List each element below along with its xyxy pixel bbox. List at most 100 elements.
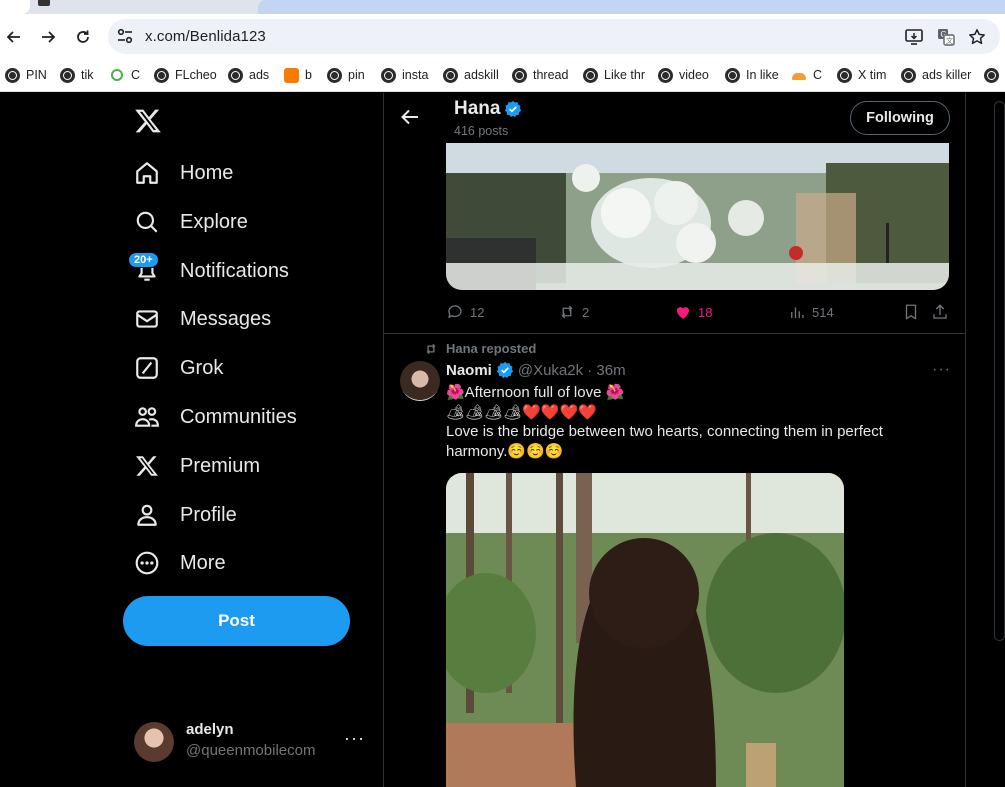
author-handle[interactable]: @Xuka2k · 36m bbox=[518, 362, 626, 379]
reply-button[interactable]: 12 bbox=[446, 301, 484, 323]
globe-icon bbox=[658, 67, 673, 83]
main-column: Hana 416 posts Following 12 2 18 514 Han… bbox=[384, 93, 965, 787]
account-more-icon[interactable]: ··· bbox=[344, 728, 365, 749]
globe-icon bbox=[984, 67, 999, 83]
bookmark-item[interactable]: insta bbox=[381, 65, 428, 85]
x-icon bbox=[134, 453, 160, 479]
globe-icon bbox=[327, 67, 342, 83]
reload-icon[interactable] bbox=[71, 25, 95, 49]
search-icon bbox=[134, 209, 160, 235]
flower-scene-image bbox=[446, 143, 949, 290]
forest-photo-image bbox=[446, 473, 844, 787]
bookmark-label: tik bbox=[81, 68, 94, 82]
tweet-image[interactable] bbox=[446, 473, 844, 787]
globe-icon bbox=[381, 67, 396, 83]
address-bar[interactable]: x.com/Benlida123 G文 bbox=[108, 19, 1000, 54]
bookmarks-bar: PIN tik C FLcheo ads b pin insta adskill… bbox=[0, 60, 1005, 92]
bookmark-item[interactable]: Like thr bbox=[583, 65, 645, 85]
reply-count: 12 bbox=[470, 304, 485, 320]
globe-icon bbox=[725, 67, 740, 83]
bookmark-item[interactable]: In like bbox=[725, 65, 779, 85]
url-text[interactable]: x.com/Benlida123 bbox=[145, 28, 266, 45]
repost-icon bbox=[561, 305, 573, 319]
avatar[interactable] bbox=[400, 361, 440, 401]
tweet-divider bbox=[384, 333, 965, 334]
repost-label: Hana reposted bbox=[446, 341, 537, 356]
repost-count: 2 bbox=[582, 304, 590, 320]
verified-badge-icon bbox=[505, 100, 522, 118]
bookmark-item[interactable]: PIN bbox=[5, 65, 47, 85]
reply-icon bbox=[448, 305, 462, 318]
bookmark-item[interactable]: X tim bbox=[837, 65, 886, 85]
more-circle-icon bbox=[134, 550, 160, 576]
back-arrow-icon[interactable] bbox=[400, 107, 420, 127]
bookmark-item[interactable]: C bbox=[110, 65, 140, 85]
like-button[interactable]: 18 bbox=[674, 301, 712, 323]
bookmark-item[interactable]: C bbox=[792, 65, 822, 85]
sidebar-item-label: Notifications bbox=[180, 259, 289, 282]
translate-icon[interactable]: G文 bbox=[936, 27, 956, 47]
bookmark-item[interactable]: b bbox=[284, 65, 312, 85]
bookmark-icon bbox=[905, 304, 917, 320]
profile-name: Hana bbox=[454, 98, 501, 119]
sidebar-item-label: Explore bbox=[180, 210, 248, 233]
install-app-icon[interactable] bbox=[904, 27, 924, 47]
back-arrow-icon[interactable] bbox=[2, 25, 26, 49]
bookmark-label: Like thr bbox=[604, 68, 645, 82]
home-icon bbox=[134, 160, 160, 186]
forward-arrow-icon[interactable] bbox=[36, 25, 60, 49]
bookmark-item[interactable]: tik bbox=[60, 65, 94, 85]
bookmark-item[interactable]: pin bbox=[327, 65, 365, 85]
author-name[interactable]: Naomi bbox=[446, 362, 492, 379]
blogger-icon bbox=[284, 67, 299, 83]
tweet-line: 🌺Afternoon full of love 🌺 bbox=[446, 384, 625, 401]
sidebar-item-communities[interactable]: Communities bbox=[134, 402, 297, 432]
globe-icon bbox=[901, 67, 916, 83]
sidebar-item-messages[interactable]: Messages bbox=[134, 304, 271, 334]
site-settings-icon[interactable] bbox=[116, 27, 134, 45]
bookmark-star-icon[interactable] bbox=[967, 27, 987, 47]
sidebar-item-label: Premium bbox=[180, 454, 261, 477]
bookmark-item[interactable]: thread bbox=[512, 65, 568, 85]
following-button[interactable]: Following bbox=[850, 101, 950, 135]
sidebar-item-more[interactable]: More bbox=[134, 548, 226, 578]
sidebar-item-profile[interactable]: Profile bbox=[134, 500, 237, 530]
avatar bbox=[134, 722, 174, 762]
bookmark-button[interactable] bbox=[902, 301, 920, 323]
views-button[interactable]: 514 bbox=[788, 301, 834, 323]
sidebar-item-explore[interactable]: Explore bbox=[134, 207, 248, 237]
bookmark-label: PIN bbox=[26, 68, 47, 82]
sidebar-item-premium[interactable]: Premium bbox=[134, 451, 260, 481]
bookmark-label: insta bbox=[402, 68, 429, 82]
bookmark-item[interactable]: video bbox=[658, 65, 709, 85]
bookmark-item[interactable]: ads bbox=[228, 65, 269, 85]
x-app: Home Explore Notifications 20+ Messages … bbox=[0, 93, 1005, 787]
sidebar-item-home[interactable]: Home bbox=[134, 158, 233, 188]
tweet-image[interactable] bbox=[446, 143, 949, 290]
tweet-text: 🌺Afternoon full of love 🌺 🏕🏕🏕🏕❤️❤️❤️❤️ L… bbox=[446, 383, 926, 461]
account-switcher[interactable]: adelyn @queenmobilecom ··· bbox=[134, 718, 369, 766]
heart-filled-icon bbox=[677, 307, 689, 319]
sidebar-item-label: Home bbox=[180, 161, 234, 184]
view-count: 514 bbox=[812, 304, 834, 320]
repost-button[interactable]: 2 bbox=[558, 301, 589, 323]
bookmark-label: ads killer bbox=[922, 68, 972, 82]
sidebar-item-grok[interactable]: Grok bbox=[134, 353, 223, 383]
bookmark-item[interactable]: ads killer bbox=[901, 65, 971, 85]
bookmark-overflow[interactable] bbox=[984, 65, 999, 85]
globe-icon bbox=[5, 67, 20, 83]
views-icon bbox=[791, 307, 804, 318]
right-column bbox=[966, 93, 1005, 787]
active-tab[interactable] bbox=[258, 0, 1005, 14]
x-logo-icon[interactable] bbox=[134, 107, 162, 135]
tweet-more-icon[interactable]: ··· bbox=[932, 361, 951, 379]
post-button[interactable]: Post bbox=[123, 596, 350, 646]
bookmark-item[interactable]: adskill bbox=[443, 65, 499, 85]
browser-tab-strip bbox=[0, 0, 1005, 14]
share-button[interactable] bbox=[931, 301, 949, 323]
tweet-header: Naomi @Xuka2k · 36m bbox=[446, 361, 626, 379]
like-count: 18 bbox=[698, 304, 713, 320]
bookmark-item[interactable]: FLcheo bbox=[154, 65, 217, 85]
svg-text:文: 文 bbox=[946, 36, 953, 45]
bookmark-label: adskill bbox=[464, 68, 499, 82]
